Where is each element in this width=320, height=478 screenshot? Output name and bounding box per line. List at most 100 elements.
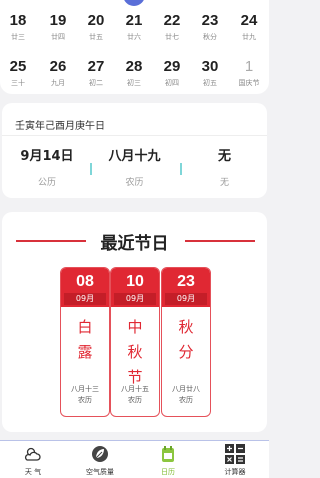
bottom-nav: 天 气 空气质量 日历 计算器: [0, 440, 269, 478]
solar-date-label: 公历: [37, 178, 56, 188]
festival-name-char: 白: [77, 318, 93, 336]
festival-lunar-date: 八月廿八: [172, 385, 200, 393]
calculator-icon: [205, 444, 265, 464]
festival-name: 秋 分: [162, 315, 210, 365]
calendar-day[interactable]: 25 三十: [3, 58, 33, 88]
calendar-day[interactable]: 19 廿四: [43, 12, 73, 42]
calendar-day[interactable]: 23 秋分: [195, 12, 225, 42]
festival-lunar-label: 农历: [78, 396, 92, 404]
day-number: 28: [125, 58, 143, 75]
day-number: 26: [49, 58, 67, 75]
lunar-date-label: 农历: [125, 178, 144, 188]
day-lunar: 廿九: [242, 33, 256, 41]
date-info-card: 壬寅年己酉月庚午日 9月14日 公历 八月十九 农历 无 无: [2, 103, 267, 198]
calendar-day[interactable]: 29 初四: [157, 58, 187, 88]
festival-month: 09月: [114, 293, 156, 305]
festival-lunar: 八月廿八 农历: [162, 384, 210, 406]
holiday-value: 无: [217, 149, 231, 164]
day-lunar: 廿三: [11, 33, 25, 41]
calendar-day[interactable]: 21 廿六: [119, 12, 149, 42]
day-number: 1: [244, 58, 254, 75]
festival-date: 08 09月: [61, 268, 109, 307]
festival-lunar: 八月十三 农历: [61, 384, 109, 406]
nav-calendar-label: 日历: [161, 468, 175, 476]
calendar-day[interactable]: 20 廿五: [81, 12, 111, 42]
nav-weather-label: 天 气: [24, 468, 42, 476]
festival-day: 23: [177, 273, 195, 290]
ganzhi-date: 壬寅年己酉月庚午日: [15, 121, 105, 132]
festival-lunar-date: 八月十三: [71, 385, 99, 393]
calendar-week-row: 25 三十 26 九月 27 初二 28 初三 29 初四 30 初五 1 国庆节: [0, 58, 269, 92]
festival-day: 08: [76, 273, 94, 290]
day-lunar: 三十: [11, 79, 25, 87]
festival-date: 23 09月: [162, 268, 210, 307]
calendar-day[interactable]: 30 初五: [195, 58, 225, 88]
calendar-week-row: 18 廿三 19 廿四 20 廿五 21 廿六 22 廿七 23 秋分 24 廿九: [0, 12, 269, 46]
festival-name-char: 分: [178, 343, 194, 361]
solar-date: 9月14日 公历: [12, 149, 82, 188]
festival-name-char: 露: [77, 343, 93, 361]
separator: [90, 163, 92, 175]
day-number: 20: [87, 12, 105, 29]
calendar-day[interactable]: 27 初二: [81, 58, 111, 88]
calendar-day[interactable]: 24 廿九: [234, 12, 264, 42]
nav-calculator-label: 计算器: [224, 468, 246, 476]
festival-card[interactable]: 08 09月 白 露 八月十三 农历: [60, 267, 110, 417]
solar-date-value: 9月14日: [20, 149, 74, 164]
calendar-icon: [138, 445, 198, 463]
festival-lunar-label: 农历: [128, 396, 142, 404]
festival-name-char: 中: [127, 318, 143, 336]
festival-card[interactable]: 23 09月 秋 分 八月廿八 农历: [161, 267, 211, 417]
day-number: 30: [201, 58, 219, 75]
day-lunar: 初四: [165, 79, 179, 87]
festival-lunar-date: 八月十五: [121, 385, 149, 393]
calendar-grid: 18 廿三 19 廿四 20 廿五 21 廿六 22 廿七 23 秋分 24 廿九 25 三十 …: [0, 0, 269, 94]
day-lunar: 廿四: [51, 33, 65, 41]
day-lunar: 九月: [51, 79, 65, 87]
day-number: 21: [125, 12, 143, 29]
calendar-day[interactable]: 22 廿七: [157, 12, 187, 42]
month-indicator: [123, 0, 145, 6]
day-lunar: 秋分: [203, 33, 217, 41]
nav-calculator[interactable]: 计算器: [205, 444, 265, 477]
calendar-day[interactable]: 18 廿三: [3, 12, 33, 42]
festival-name-char: 秋: [127, 343, 143, 361]
weather-icon: [3, 445, 63, 463]
divider: [2, 135, 267, 136]
day-number: 23: [201, 12, 219, 29]
festival-name-char: 秋: [178, 318, 194, 336]
day-lunar: 廿五: [89, 33, 103, 41]
lunar-date-value: 八月十九: [108, 149, 161, 164]
festival-name: 中 秋 节: [111, 315, 159, 390]
calendar-day[interactable]: 26 九月: [43, 58, 73, 88]
nav-air-quality[interactable]: 空气质量: [70, 445, 130, 477]
day-number: 19: [49, 12, 67, 29]
day-number: 22: [163, 12, 181, 29]
festival-day: 10: [126, 273, 144, 290]
festival-card[interactable]: 10 09月 中 秋 节 八月十五 农历: [110, 267, 160, 417]
nav-calendar[interactable]: 日历: [138, 445, 198, 477]
day-number: 24: [240, 12, 258, 29]
day-lunar: 初三: [127, 79, 141, 87]
festival-lunar-label: 农历: [179, 396, 193, 404]
day-number: 25: [9, 58, 27, 75]
festival-date: 10 09月: [111, 268, 159, 307]
calendar-day[interactable]: 28 初三: [119, 58, 149, 88]
holiday-label: 无: [219, 178, 229, 188]
title-line-right: [185, 240, 255, 242]
day-lunar: 初五: [203, 79, 217, 87]
recent-festivals-card: 最近节日 08 09月 白 露 八月十三 农历 10 09月 中 秋 节 八月十…: [2, 212, 267, 432]
nav-weather[interactable]: 天 气: [3, 445, 63, 477]
day-lunar: 国庆节: [238, 79, 260, 87]
leaf-icon: [70, 445, 130, 463]
festival-lunar: 八月十五 农历: [111, 384, 159, 406]
lunar-date: 八月十九 农历: [97, 149, 172, 188]
day-number: 29: [163, 58, 181, 75]
day-lunar: 廿六: [127, 33, 141, 41]
festival-name: 白 露: [61, 315, 109, 365]
festival-month: 09月: [165, 293, 207, 305]
calendar-day[interactable]: 1 国庆节: [234, 58, 264, 88]
day-lunar: 初二: [89, 79, 103, 87]
day-lunar: 廿七: [165, 33, 179, 41]
day-number: 27: [87, 58, 105, 75]
